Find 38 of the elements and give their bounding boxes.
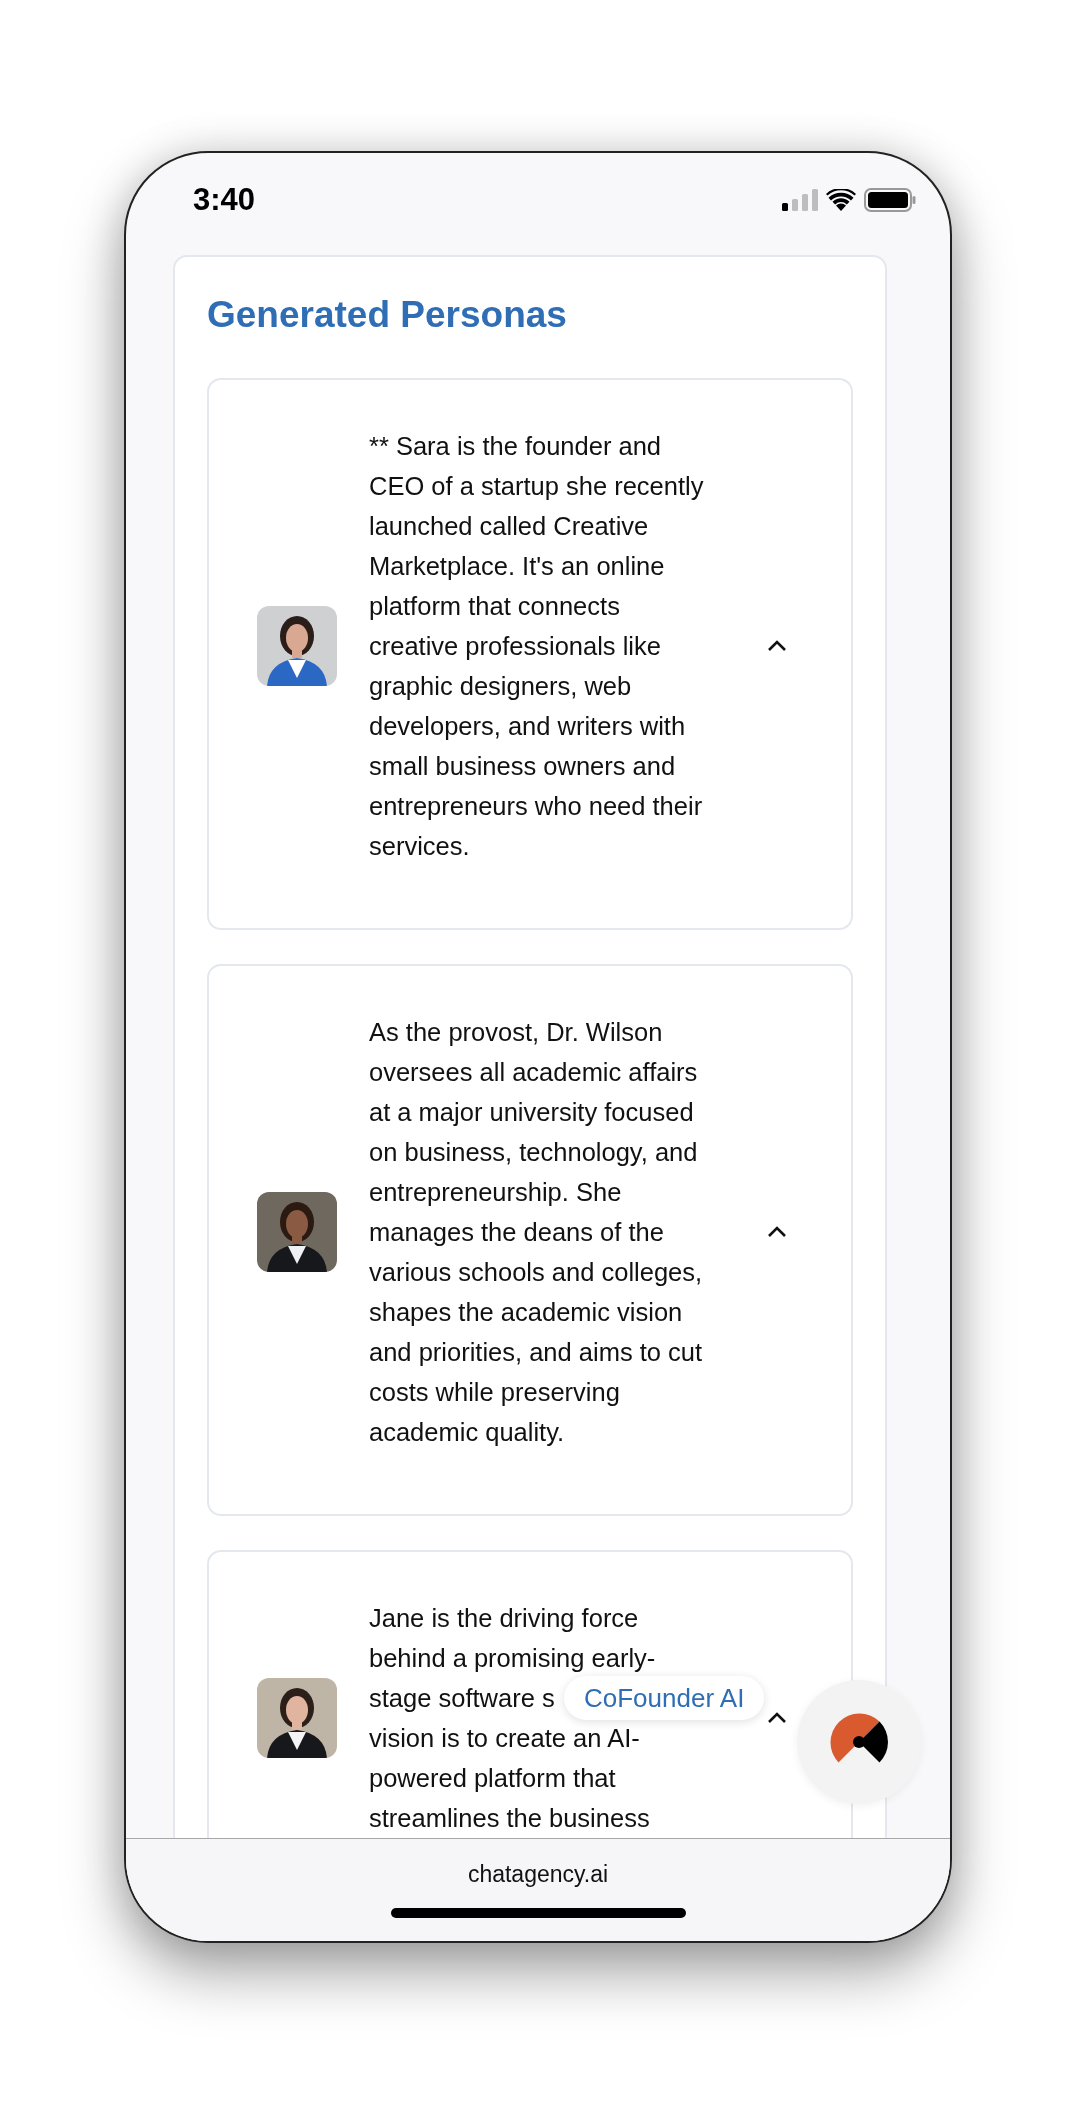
description-line: Marketplace. It's an online (369, 551, 665, 581)
description-line: academic quality. (369, 1417, 565, 1447)
description-line: graphic designers, web (369, 671, 632, 701)
description-line: launched called Creative (369, 511, 649, 541)
description-line: vision is to create an AI- (369, 1723, 640, 1753)
description-line: shapes the academic vision (369, 1297, 683, 1327)
description-line: powered platform that (369, 1763, 616, 1793)
status-time: 3:40 (193, 182, 256, 218)
battery-icon (864, 188, 916, 212)
chevron-up-icon[interactable] (767, 1226, 787, 1238)
description-line: ** Sara is the founder and (369, 431, 662, 461)
url-text: chatagency.ai (467, 1861, 609, 1888)
description-line: stage software s (369, 1683, 555, 1713)
description-line: CEO of a startup she recently (369, 471, 704, 501)
description-line: creative professionals like (369, 631, 661, 661)
signal-icon (782, 189, 818, 211)
chevron-up-icon[interactable] (767, 640, 787, 652)
description-line: platform that connects (369, 591, 620, 621)
description-line: services. (369, 831, 470, 861)
description-line: Jane is the driving force (369, 1603, 639, 1633)
chevron-up-icon[interactable] (767, 1712, 787, 1724)
description-line: on business, technology, and (369, 1137, 698, 1167)
description-line: entrepreneurship. She (369, 1177, 622, 1207)
description-line: costs while preserving (369, 1377, 620, 1407)
description-line: manages the deans of the (369, 1217, 664, 1247)
description-line: streamlines the business (369, 1803, 650, 1833)
description-line: As the provost, Dr. Wilson (369, 1017, 663, 1047)
description-line: and priorities, and aims to cut (369, 1337, 703, 1367)
description-line: at a major university focused (369, 1097, 694, 1127)
description-line: small business owners and (369, 751, 676, 781)
wifi-icon (826, 189, 856, 211)
description-line: developers, and writers with (369, 711, 686, 741)
description-line: behind a promising early- (369, 1643, 656, 1673)
description-line: oversees all academic affairs (369, 1057, 698, 1087)
description-line: entrepreneurs who need their (369, 791, 703, 821)
panel-title: Generated Personas (207, 293, 568, 337)
description-line: various schools and colleges, (369, 1257, 703, 1287)
assistant-label[interactable]: CoFounder AI (564, 1676, 765, 1720)
